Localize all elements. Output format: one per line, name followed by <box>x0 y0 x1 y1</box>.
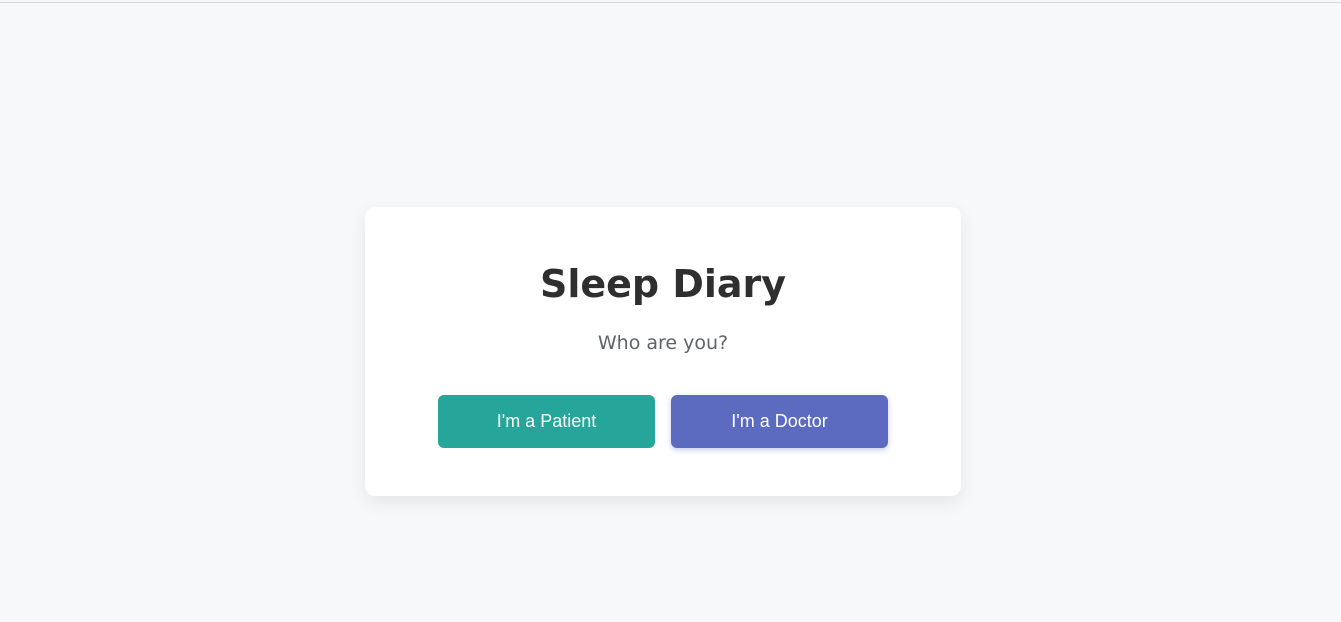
page-subtitle: Who are you? <box>597 332 729 354</box>
page-title: Sleep Diary <box>539 262 787 306</box>
doctor-button[interactable]: I'm a Doctor <box>671 395 888 448</box>
role-selection-card: Sleep Diary Who are you? I'm a Patient I… <box>365 207 961 496</box>
patient-button[interactable]: I'm a Patient <box>438 395 655 448</box>
top-divider <box>0 2 1341 3</box>
